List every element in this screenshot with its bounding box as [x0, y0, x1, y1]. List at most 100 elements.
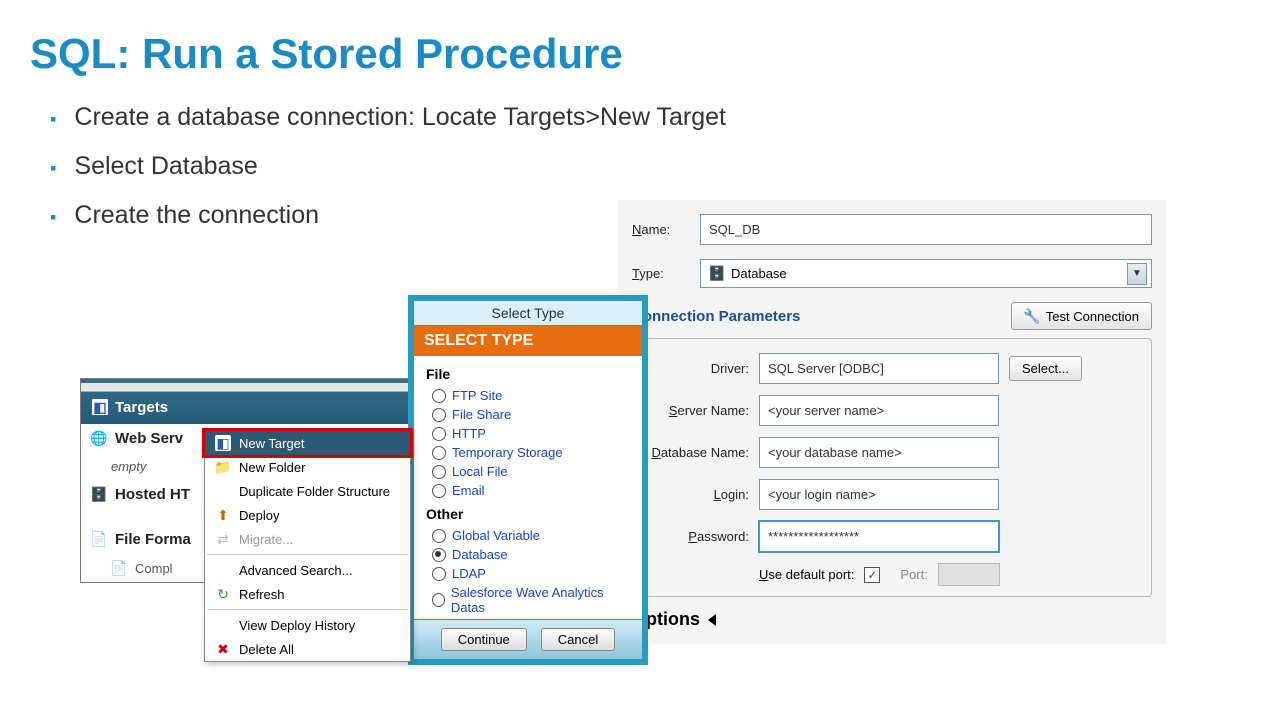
menu-separator — [207, 554, 408, 555]
menu-item-label: Migrate... — [239, 532, 293, 547]
menu-new-target[interactable]: ◧ New Target — [202, 428, 413, 458]
radio-local-file[interactable]: Local File — [424, 462, 632, 481]
menu-new-folder[interactable]: 📁 New Folder — [205, 455, 410, 479]
cancel-button[interactable]: Cancel — [541, 628, 615, 651]
server-input[interactable] — [759, 395, 999, 426]
targets-header: ◧ Targets — [81, 379, 411, 424]
group-file-label: File — [426, 366, 630, 382]
menu-item-label: Deploy — [239, 508, 279, 523]
select-type-panel: Select Type SELECT TYPE File FTP Site Fi… — [408, 295, 648, 665]
bullet-item: Create a database connection: Locate Tar… — [50, 103, 1250, 132]
use-default-port-label: Use default port: — [759, 567, 854, 582]
continue-button[interactable]: Continue — [441, 628, 527, 651]
use-default-port-checkbox[interactable]: ✓ — [864, 567, 880, 583]
test-connection-button[interactable]: 🔧 Test Connection — [1011, 302, 1152, 330]
targets-item-label: Web Serv — [115, 430, 183, 447]
type-value: Database — [731, 266, 787, 281]
globe-icon: 🌐 — [91, 431, 107, 447]
radio-email[interactable]: Email — [424, 481, 632, 500]
radio-salesforce[interactable]: Salesforce Wave Analytics Datas — [424, 583, 632, 617]
menu-duplicate-folder-structure[interactable]: Duplicate Folder Structure — [205, 479, 410, 503]
menu-item-label: Advanced Search... — [239, 563, 352, 578]
radio-label: Salesforce Wave Analytics Datas — [451, 585, 624, 615]
server-label: Server Name: — [645, 403, 749, 418]
radio-label: Local File — [452, 464, 508, 479]
menu-separator — [207, 609, 408, 610]
password-input[interactable] — [759, 521, 999, 552]
radio-ldap[interactable]: LDAP — [424, 564, 632, 583]
menu-delete-all[interactable]: ✖ Delete All — [205, 637, 410, 661]
radio-label: HTTP — [452, 426, 486, 441]
radio-file-share[interactable]: File Share — [424, 405, 632, 424]
radio-label: Email — [452, 483, 485, 498]
radio-ftp-site[interactable]: FTP Site — [424, 386, 632, 405]
menu-view-deploy-history[interactable]: View Deploy History — [205, 613, 410, 637]
select-type-topbar: Select Type — [414, 301, 642, 326]
target-icon: ◧ — [91, 398, 109, 416]
group-other-label: Other — [426, 506, 630, 522]
password-label: Password: — [645, 529, 749, 544]
target-icon: ◧ — [215, 435, 231, 451]
menu-item-label: View Deploy History — [239, 618, 355, 633]
menu-deploy[interactable]: ⬆ Deploy — [205, 503, 410, 527]
radio-icon — [432, 427, 446, 441]
driver-label: Driver: — [645, 361, 749, 376]
bullet-text: Create a database connection: Locate Tar… — [74, 103, 726, 132]
connection-form: Name: Type: 🗄️ Database ▼ Connection Par… — [618, 200, 1166, 644]
driver-input[interactable] — [759, 353, 999, 384]
bullet-item: Select Database — [50, 152, 1250, 181]
select-type-header: SELECT TYPE — [414, 326, 642, 356]
chevron-down-icon: ▼ — [1127, 263, 1147, 285]
menu-item-label: New Folder — [239, 460, 305, 475]
radio-icon — [432, 529, 446, 543]
bullet-text: Select Database — [74, 152, 257, 181]
deploy-icon: ⬆ — [215, 507, 231, 523]
radio-icon — [432, 548, 446, 562]
select-driver-button[interactable]: Select... — [1009, 356, 1082, 381]
server-icon: 🗄️ — [91, 487, 107, 503]
radio-database[interactable]: Database — [424, 545, 632, 564]
radio-icon — [432, 567, 446, 581]
test-connection-label: Test Connection — [1046, 309, 1139, 324]
connection-parameters-title: Connection Parameters — [632, 308, 800, 325]
radio-label: Temporary Storage — [452, 445, 563, 460]
folder-icon: 📁 — [215, 459, 231, 475]
database-icon: 🗄️ — [709, 266, 725, 282]
file-icon: 📄 — [91, 532, 107, 548]
menu-advanced-search[interactable]: Advanced Search... — [205, 558, 410, 582]
type-select[interactable]: 🗄️ Database ▼ — [700, 259, 1152, 288]
menu-item-label: New Target — [239, 436, 305, 451]
bullet-text: Create the connection — [74, 201, 319, 230]
migrate-icon: ⇄ — [215, 531, 231, 547]
radio-label: Database — [452, 547, 508, 562]
radio-http[interactable]: HTTP — [424, 424, 632, 443]
options-toggle[interactable]: Options — [632, 609, 1152, 630]
login-label: Login: — [645, 487, 749, 502]
radio-global-variable[interactable]: Global Variable — [424, 526, 632, 545]
targets-header-label: Targets — [115, 399, 168, 416]
collapse-icon — [708, 614, 716, 626]
radio-icon — [432, 465, 446, 479]
name-input[interactable] — [700, 214, 1152, 245]
context-menu: ◧ New Target 📁 New Folder Duplicate Fold… — [204, 430, 411, 662]
radio-icon — [432, 446, 446, 460]
login-input[interactable] — [759, 479, 999, 510]
radio-label: FTP Site — [452, 388, 502, 403]
slide-title: SQL: Run a Stored Procedure — [30, 30, 1250, 78]
menu-item-label: Refresh — [239, 587, 285, 602]
port-label: Port: — [900, 567, 927, 582]
targets-item-label: File Forma — [115, 531, 191, 548]
document-icon: 📄 — [111, 560, 127, 576]
radio-temporary-storage[interactable]: Temporary Storage — [424, 443, 632, 462]
targets-item-label: Hosted HT — [115, 486, 190, 503]
menu-migrate: ⇄ Migrate... — [205, 527, 410, 551]
gear-icon: 🔧 — [1024, 308, 1040, 324]
radio-label: Global Variable — [452, 528, 540, 543]
radio-icon — [432, 408, 446, 422]
menu-refresh[interactable]: ↻ Refresh — [205, 582, 410, 606]
radio-icon — [432, 484, 446, 498]
database-input[interactable] — [759, 437, 999, 468]
radio-icon — [432, 389, 446, 403]
type-label: Type: — [632, 266, 688, 281]
name-label: Name: — [632, 222, 688, 237]
